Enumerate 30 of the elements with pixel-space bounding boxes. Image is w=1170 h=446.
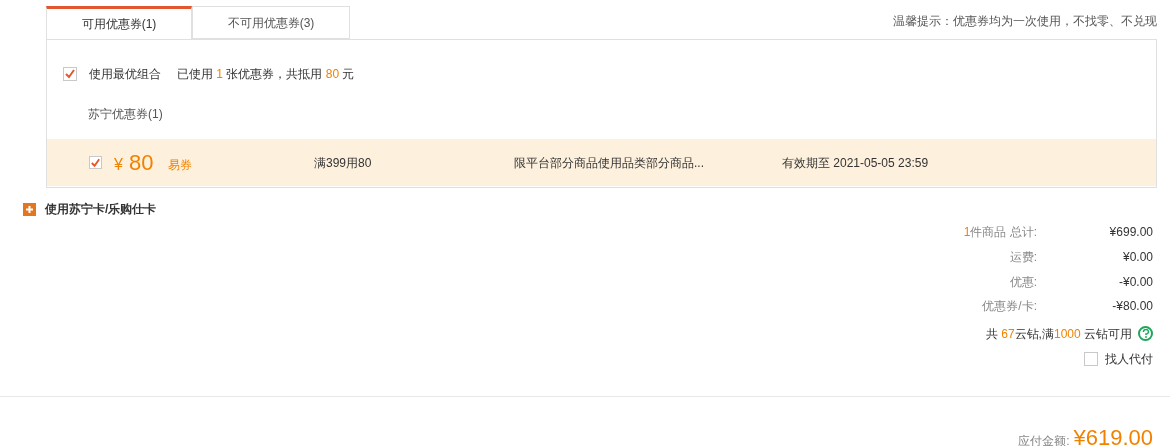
total-value: ¥699.00 [1108, 224, 1153, 242]
amount-due-value: ¥619.00 [1073, 423, 1153, 446]
expand-icon[interactable] [23, 202, 36, 216]
total-value: -¥80.00 [1111, 298, 1153, 316]
total-label: 运费: [1009, 249, 1037, 267]
coupon-summary: 已使用 1 张优惠券，共抵用 80 元 [177, 66, 355, 83]
card-section-label[interactable]: 使用苏宁卡/乐购仕卡 [45, 200, 157, 218]
total-value: ¥0.00 [1121, 249, 1153, 267]
coupon-condition: 满399用80 [314, 154, 373, 172]
checkbox[interactable] [63, 67, 77, 81]
tab[interactable]: 可用优惠券(1) [46, 6, 192, 39]
best-combo-label: 使用最优组合 [89, 66, 161, 83]
checkbox[interactable] [1084, 351, 1098, 366]
coupon-type: 易券 [168, 156, 193, 174]
help-icon[interactable] [1138, 326, 1153, 342]
tab[interactable]: 不可用优惠券(3) [192, 6, 350, 39]
amount-due-label: 应付金额: [1018, 432, 1070, 446]
coupon-expiry: 有效期至 2021-05-05 23:59 [782, 154, 929, 172]
coupon-scope: 限平台部分商品使用品类部分商品... [514, 154, 705, 172]
checkbox[interactable] [89, 156, 102, 169]
total-label: 优惠: [1009, 273, 1037, 291]
coupon-row[interactable]: ¥ 80 易券 满399用80 限平台部分商品使用品类部分商品... 有效期至 2021-05-05 23:59 [47, 139, 1156, 186]
pay-for-me-label: 找人代付 [1105, 350, 1153, 368]
diamond-info: 共 67云钻,满1000 云钻可用 [985, 325, 1132, 343]
total-label: 优惠券/卡: [982, 298, 1037, 316]
coupon-amount: ¥ 80 [114, 149, 155, 177]
total-label: 1件商品 总计: [963, 224, 1037, 242]
hint-text: 温馨提示：优惠券均为一次使用，不找零、不兑现 [893, 13, 1157, 30]
total-value: -¥0.00 [1117, 273, 1153, 291]
group-title: 苏宁优惠券(1) [88, 107, 163, 121]
